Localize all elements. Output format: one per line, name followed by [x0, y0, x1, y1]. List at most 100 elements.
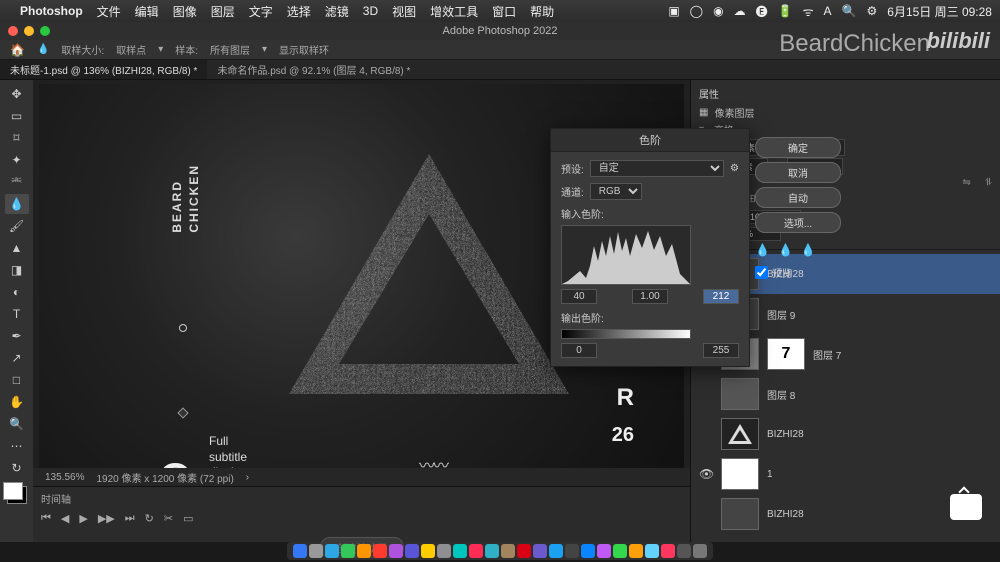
gradient-tool-icon[interactable]: ◐: [5, 282, 29, 302]
eyedropper-icon[interactable]: 💧: [37, 44, 49, 55]
dock-app-icon[interactable]: [341, 544, 355, 558]
pen-tool-icon[interactable]: ✒: [5, 326, 29, 346]
layer-row[interactable]: 👁 1: [691, 454, 1000, 494]
edit-toolbar-icon[interactable]: ↻: [5, 458, 29, 478]
tl-convert-icon[interactable]: ▭: [183, 512, 193, 525]
layer-name[interactable]: 图层 8: [767, 387, 795, 402]
dock-app-icon[interactable]: [453, 544, 467, 558]
dock-app-icon[interactable]: [293, 544, 307, 558]
layer-thumb[interactable]: [721, 418, 759, 450]
dock-app-icon[interactable]: [661, 544, 675, 558]
tl-first-icon[interactable]: ⏮: [41, 512, 51, 525]
canvas-handle[interactable]: [177, 407, 188, 418]
menu-image[interactable]: 图像: [173, 3, 197, 20]
maximize-icon[interactable]: [40, 26, 50, 36]
tl-next-icon[interactable]: ▶▶: [98, 512, 115, 525]
dock-app-icon[interactable]: [581, 544, 595, 558]
dock-app-icon[interactable]: [389, 544, 403, 558]
dock-app-icon[interactable]: [645, 544, 659, 558]
clock[interactable]: 6月15日 周三 09:28: [887, 3, 992, 20]
dock-app-icon[interactable]: [357, 544, 371, 558]
move-tool-icon[interactable]: ✥: [5, 84, 29, 104]
flip-h-icon[interactable]: ⇋: [962, 177, 970, 188]
preset-gear-icon[interactable]: ⚙: [730, 163, 739, 174]
dock-app-icon[interactable]: [629, 544, 643, 558]
doc-tab-1[interactable]: 未标题-1.psd @ 136% (BIZHI28, RGB/8) *: [0, 60, 207, 79]
input-gamma-field[interactable]: [632, 289, 668, 304]
layer-name[interactable]: 图层 9: [767, 307, 795, 322]
layer-name[interactable]: 图层 7: [813, 347, 841, 362]
menu-view[interactable]: 视图: [392, 3, 416, 20]
input-black-field[interactable]: [561, 289, 597, 304]
opt-sample-value[interactable]: 取样点: [116, 42, 146, 57]
opt-sample2-value[interactable]: 所有图层: [210, 42, 250, 57]
menu-window[interactable]: 窗口: [492, 3, 516, 20]
more-tool-icon[interactable]: ⋯: [5, 436, 29, 456]
dock-app-icon[interactable]: [405, 544, 419, 558]
wand-tool-icon[interactable]: ✦: [5, 150, 29, 170]
layer-row[interactable]: BIZHI28: [691, 414, 1000, 454]
output-gradient[interactable]: [561, 329, 691, 339]
layer-mask-thumb[interactable]: 7: [767, 338, 805, 370]
options-button[interactable]: 选项...: [755, 212, 841, 233]
dock-app-icon[interactable]: [325, 544, 339, 558]
tl-scissors-icon[interactable]: ✂: [164, 512, 173, 525]
bilibili-tv-icon[interactable]: [950, 494, 982, 520]
layer-name[interactable]: 1: [767, 469, 773, 480]
flip-v-icon[interactable]: ⥮: [985, 177, 992, 188]
preview-checkbox[interactable]: 预览: [755, 265, 841, 280]
input-white-field[interactable]: [703, 289, 739, 304]
menu-type[interactable]: 文字: [249, 3, 273, 20]
output-black-field[interactable]: [561, 343, 597, 358]
tl-loop-icon[interactable]: ↻: [145, 512, 154, 525]
eraser-tool-icon[interactable]: ◨: [5, 260, 29, 280]
dock-app-icon[interactable]: [517, 544, 531, 558]
menu-select[interactable]: 选择: [287, 3, 311, 20]
lasso-tool-icon[interactable]: ⌑: [5, 128, 29, 148]
eyedropper-tool-icon[interactable]: 💧: [5, 194, 29, 214]
menu-edit[interactable]: 编辑: [135, 3, 159, 20]
dock-app-icon[interactable]: [501, 544, 515, 558]
shape-tool-icon[interactable]: □: [5, 370, 29, 390]
dock-app-icon[interactable]: [469, 544, 483, 558]
dock-app-icon[interactable]: [597, 544, 611, 558]
opt-loop[interactable]: 显示取样环: [279, 42, 329, 57]
gray-eyedropper-icon[interactable]: 💧: [778, 243, 793, 257]
ok-button[interactable]: 确定: [755, 137, 841, 158]
stamp-tool-icon[interactable]: ▲: [5, 238, 29, 258]
tl-last-icon[interactable]: ⏭: [125, 512, 135, 525]
doc-tab-2[interactable]: 未命名作品.psd @ 92.1% (图层 4, RGB/8) *: [207, 60, 420, 79]
color-swatch[interactable]: [7, 486, 27, 504]
dock-app-icon[interactable]: [693, 544, 707, 558]
histogram[interactable]: [561, 225, 691, 285]
layer-thumb[interactable]: [721, 378, 759, 410]
tl-play-icon[interactable]: ▶: [79, 512, 87, 525]
menu-plugins[interactable]: 增效工具: [430, 3, 478, 20]
dock-app-icon[interactable]: [549, 544, 563, 558]
crop-tool-icon[interactable]: ⎃: [5, 172, 29, 192]
layer-name[interactable]: BIZHI28: [767, 429, 804, 440]
dock-app-icon[interactable]: [373, 544, 387, 558]
type-tool-icon[interactable]: T: [5, 304, 29, 324]
status-icon[interactable]: 🅔: [756, 3, 768, 20]
dock-app-icon[interactable]: [533, 544, 547, 558]
channel-select[interactable]: RGB: [590, 183, 642, 200]
dock-app-icon[interactable]: [565, 544, 579, 558]
levels-dialog[interactable]: 色阶 预设: 自定 ⚙ 通道: RGB 输入色阶: 输出色阶: 确定: [550, 128, 750, 367]
black-eyedropper-icon[interactable]: 💧: [755, 243, 770, 257]
menu-filter[interactable]: 滤镜: [325, 3, 349, 20]
menu-file[interactable]: 文件: [97, 3, 121, 20]
zoom-tool-icon[interactable]: 🔍: [5, 414, 29, 434]
tl-prev-icon[interactable]: ◀: [61, 512, 69, 525]
layer-thumb[interactable]: [721, 458, 759, 490]
preset-select[interactable]: 自定: [590, 160, 724, 177]
close-icon[interactable]: [8, 26, 18, 36]
status-icon[interactable]: ☁: [734, 4, 746, 18]
search-icon[interactable]: 🔍: [842, 4, 857, 18]
brush-tool-icon[interactable]: 🖌: [5, 216, 29, 236]
dock-app-icon[interactable]: [613, 544, 627, 558]
wifi-icon[interactable]: ᯤ: [803, 3, 814, 20]
layer-thumb[interactable]: [721, 498, 759, 530]
dock-app-icon[interactable]: [421, 544, 435, 558]
layer-row[interactable]: 图层 8: [691, 374, 1000, 414]
